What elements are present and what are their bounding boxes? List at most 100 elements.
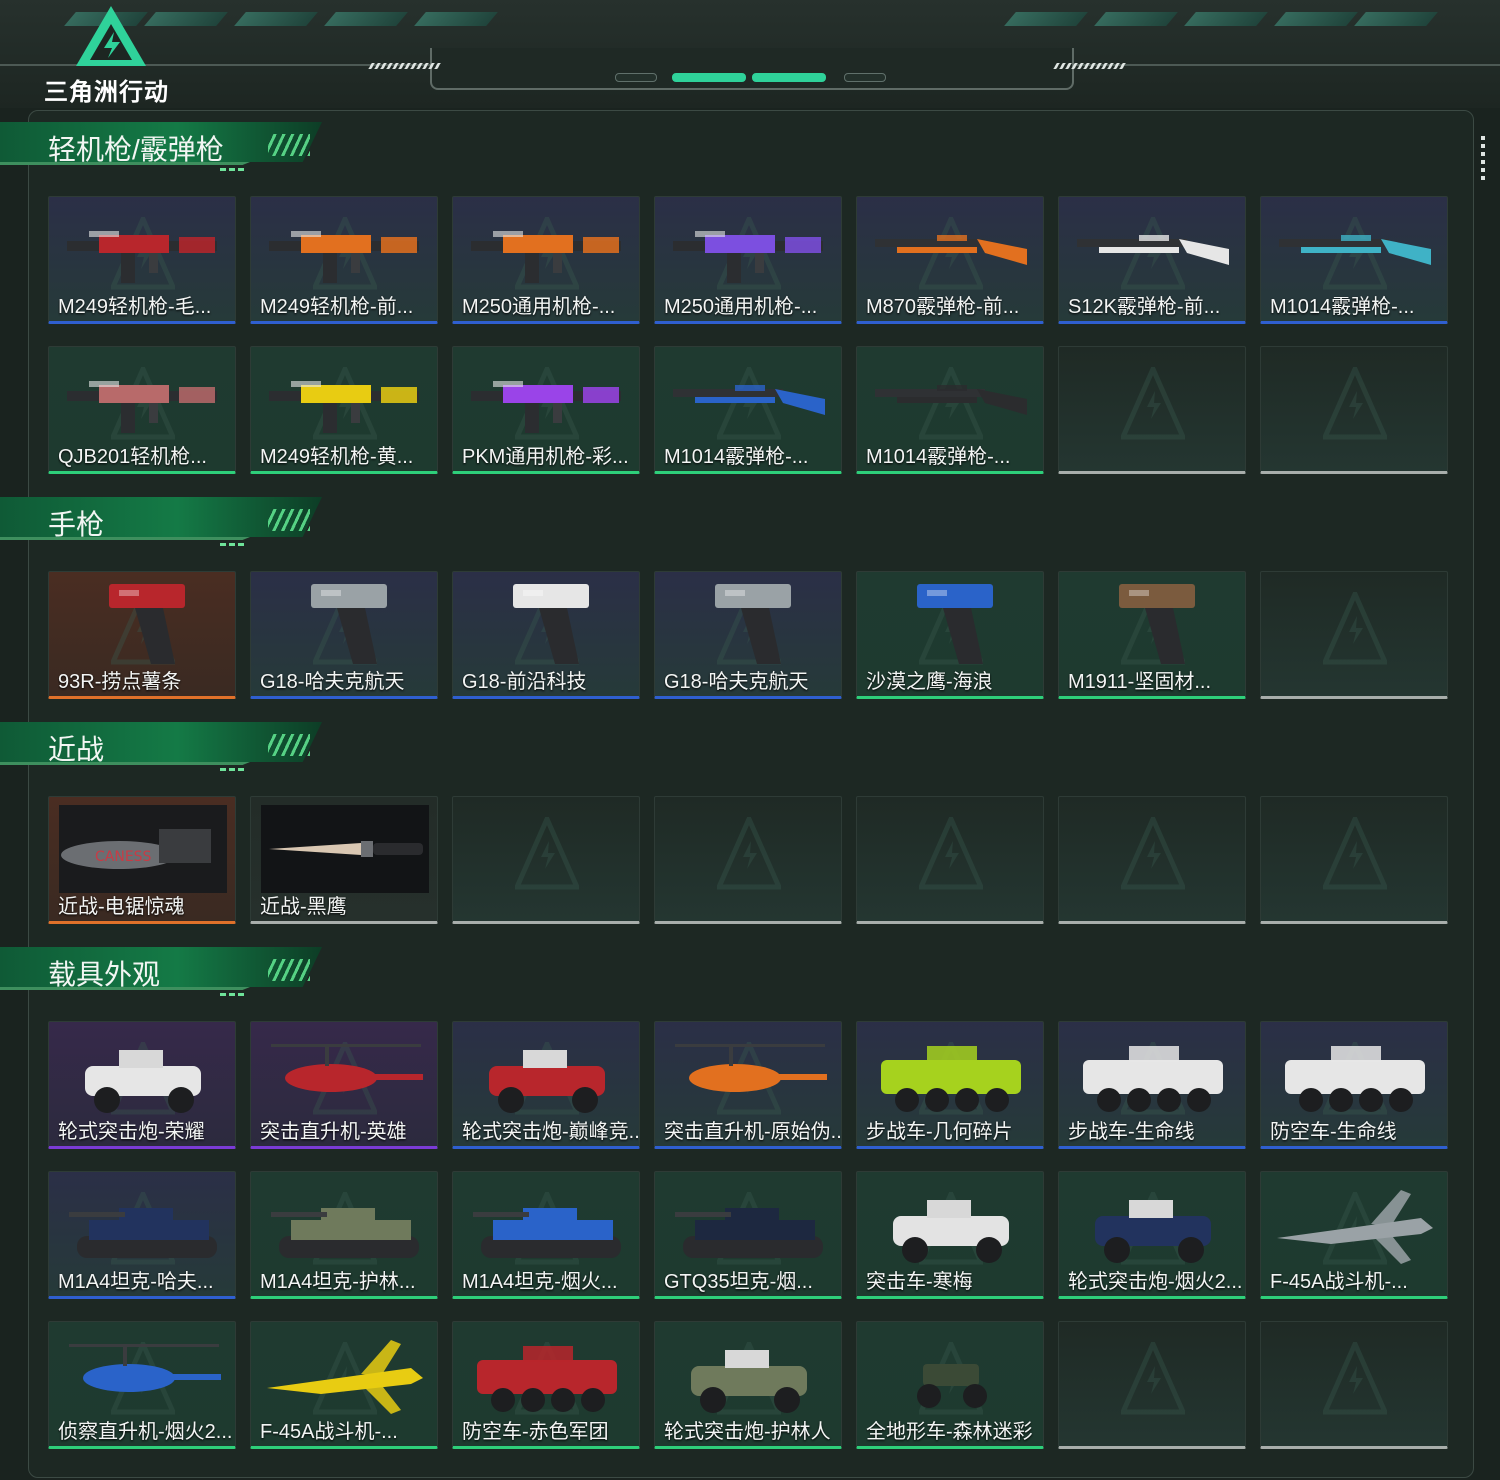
skin-card[interactable]: G18-哈夫克航天 [250,571,438,699]
pistol-gray-icon [665,580,833,668]
section-header-slashes [268,509,310,531]
skin-card-label: 突击直升机-原始伪... [664,1121,840,1143]
skin-card[interactable]: QJB201轻机枪... [48,346,236,474]
skin-card[interactable]: GTQ35坦克-烟... [654,1171,842,1299]
skin-card[interactable]: M250通用机枪-... [654,196,842,324]
page-indicator-active[interactable] [752,73,826,82]
page-indicator[interactable] [844,73,886,82]
skin-card[interactable]: M1911-坚固材... [1058,571,1246,699]
lmg-pink-icon [59,355,227,443]
tank-camo-icon [261,1180,429,1268]
shotgun-black-icon [867,355,1035,443]
banner-dashes [368,63,442,69]
section-header: 载具外观 [0,947,330,1001]
skin-card[interactable]: PKM通用机枪-彩... [452,346,640,474]
svg-text:CANESS: CANESS [95,849,152,865]
skin-card[interactable]: 轮式突击炮-荣耀 [48,1021,236,1149]
empty-slot [452,796,640,924]
knife-icon [261,805,429,893]
empty-slot [654,796,842,924]
skin-card[interactable]: G18-前沿科技 [452,571,640,699]
tank-blue-icon [463,1180,631,1268]
ifv-green-icon [867,1030,1035,1118]
skin-card-label: M1A4坦克-烟火... [462,1271,618,1293]
skin-card[interactable]: M249轻机枪-毛... [48,196,236,324]
skin-card[interactable]: 步战车-几何碎片 [856,1021,1044,1149]
skin-card[interactable]: M1014霰弹枪-... [856,346,1044,474]
skin-card[interactable]: 沙漠之鹰-海浪 [856,571,1044,699]
skin-card[interactable]: M1A4坦克-护林... [250,1171,438,1299]
skin-card[interactable]: 轮式突击炮-护林人 [654,1321,842,1449]
gpmg-purple-icon [665,205,833,293]
skin-card-label: 93R-捞点薯条 [58,671,182,693]
skin-card-label: 轮式突击炮-荣耀 [58,1121,205,1143]
skin-card-label: 突击直升机-英雄 [260,1121,407,1143]
section-header: 近战 [0,722,330,776]
section-title: 手枪 [48,509,105,540]
skin-card-label: G18-哈夫克航天 [260,671,405,693]
skin-card[interactable]: M1A4坦克-烟火... [452,1171,640,1299]
pistol-red-icon [59,580,227,668]
skin-card[interactable]: M249轻机枪-前... [250,196,438,324]
skin-card[interactable]: S12K霰弹枪-前... [1058,196,1246,324]
skin-card-label: 沙漠之鹰-海浪 [866,671,993,693]
skin-card[interactable]: 突击直升机-原始伪... [654,1021,842,1149]
section-title: 载具外观 [48,959,161,990]
skin-card[interactable]: F-45A战斗机-... [1260,1171,1448,1299]
skin-card[interactable]: 侦察直升机-烟火2... [48,1321,236,1449]
empty-slot [1260,571,1448,699]
skin-card-label: 轮式突击炮-巅峰竞... [462,1121,638,1143]
skin-card[interactable]: 轮式突击炮-巅峰竞... [452,1021,640,1149]
skin-card[interactable]: M249轻机枪-黄... [250,346,438,474]
buggy-snow-icon [867,1180,1035,1268]
pistol-brown-icon [1069,580,1237,668]
page-indicator-active[interactable] [672,73,746,82]
skin-card-label: 突击车-寒梅 [866,1271,973,1293]
skin-card-label: M1A4坦克-护林... [260,1271,416,1293]
skin-card-label: M1014霰弹枪-... [664,446,809,468]
skin-card[interactable]: 突击直升机-英雄 [250,1021,438,1149]
pistol-gray-icon [261,580,429,668]
skin-card[interactable]: M870霰弹枪-前... [856,196,1044,324]
shotgun-blue-icon [665,355,833,443]
skin-card-label: PKM通用机枪-彩... [462,446,629,468]
section-header: 轻机枪/霰弹枪 [0,122,330,176]
shotgun-orange-icon [867,205,1035,293]
section-header-slashes [268,134,310,156]
section-header-tick [220,168,246,171]
skin-card[interactable]: 全地形车-森林迷彩 [856,1321,1044,1449]
page-indicator[interactable] [615,73,657,82]
skin-card[interactable]: 防空车-生命线 [1260,1021,1448,1149]
skin-card[interactable]: CANESS 近战-电锯惊魂 [48,796,236,924]
skin-card[interactable]: F-45A战斗机-... [250,1321,438,1449]
skin-card[interactable]: 轮式突击炮-烟火2... [1058,1171,1246,1299]
heli-red-icon [261,1030,429,1118]
gpmg-orange-icon [463,205,631,293]
skin-card[interactable]: M1A4坦克-哈夫... [48,1171,236,1299]
skin-card[interactable]: 突击车-寒梅 [856,1171,1044,1299]
placeholder-emblem-icon [1321,362,1389,441]
banner-stripe [234,12,318,26]
skin-card-label: 步战车-生命线 [1068,1121,1195,1143]
skin-card-label: 近战-黑鹰 [260,896,347,918]
skin-card[interactable]: 步战车-生命线 [1058,1021,1246,1149]
skin-card-label: M1A4坦克-哈夫... [58,1271,214,1293]
tank-navy-icon [59,1180,227,1268]
skin-card[interactable]: 93R-捞点薯条 [48,571,236,699]
skin-card[interactable]: M250通用机枪-... [452,196,640,324]
lmg-red-icon [59,205,227,293]
skin-card-label: 步战车-几何碎片 [866,1121,1013,1143]
section-header-underline [0,537,250,540]
gpmg-violet-icon [463,355,631,443]
scrollbar[interactable] [1481,136,1485,180]
banner-stripe [1094,12,1178,26]
skin-card-label: M249轻机枪-毛... [58,296,212,318]
skin-card[interactable]: G18-哈夫克航天 [654,571,842,699]
section-header-underline [0,762,250,765]
skin-card[interactable]: 近战-黑鹰 [250,796,438,924]
banner-dashes [1053,63,1127,69]
skin-card[interactable]: M1014霰弹枪-... [1260,196,1448,324]
skin-card[interactable]: M1014霰弹枪-... [654,346,842,474]
skin-card[interactable]: 防空车-赤色军团 [452,1321,640,1449]
skin-card-label: 轮式突击炮-烟火2... [1068,1271,1243,1293]
